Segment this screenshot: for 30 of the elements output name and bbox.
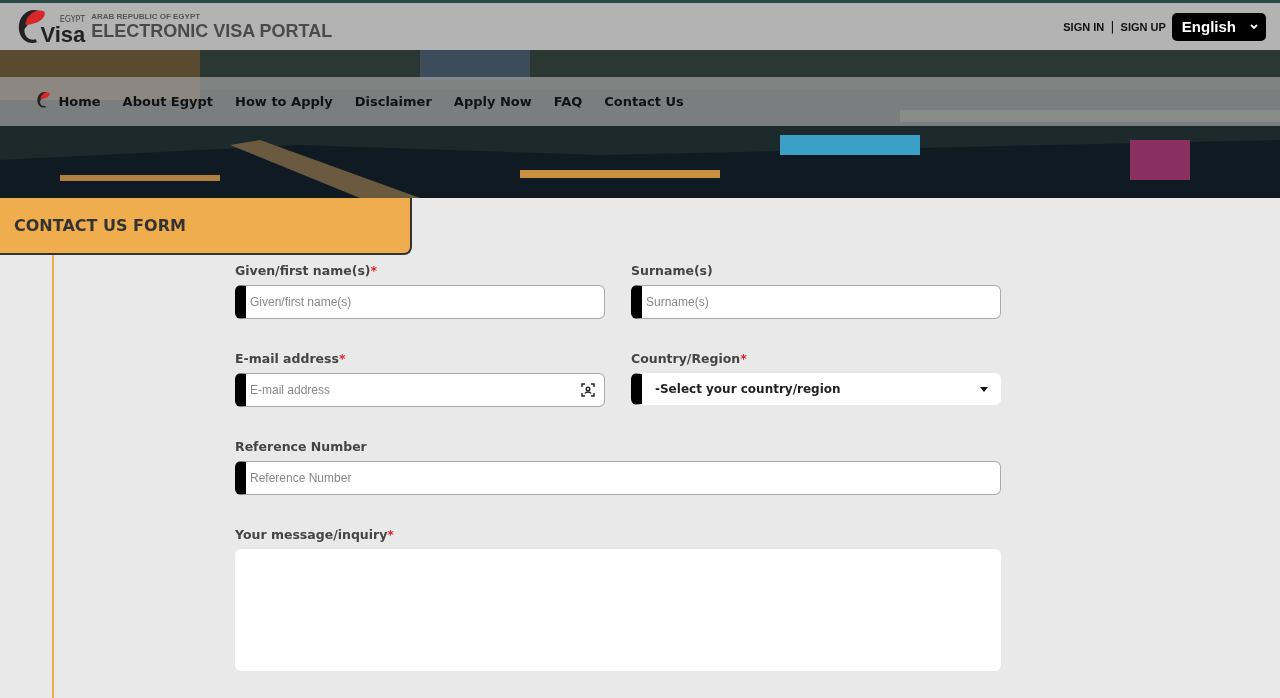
- input-field[interactable]: Surname(s): [631, 285, 1001, 319]
- caret-icon: [980, 386, 988, 392]
- site-subtitle: ARAB REPUBLIC OF EGYPT: [91, 11, 202, 21]
- nav-link[interactable]: Home: [58, 94, 101, 109]
- nav-link[interactable]: Disclaimer: [354, 94, 432, 109]
- field-label: Reference Number: [235, 439, 368, 454]
- country-select[interactable]: -Select your country/region: [631, 373, 1001, 405]
- nav-link[interactable]: About Egypt: [122, 94, 214, 109]
- language-select[interactable]: English: [1171, 12, 1266, 41]
- sign-in-link[interactable]: SIGN IN: [1063, 20, 1105, 33]
- site-title: ELECTRONIC VISA PORTAL: [91, 20, 333, 42]
- separator: |: [1110, 19, 1115, 34]
- logo-word: Visa: [40, 23, 86, 46]
- input-field[interactable]: Reference Number: [235, 461, 1001, 495]
- nav-link[interactable]: How to Apply: [235, 94, 333, 109]
- input-field[interactable]: E-mail address: [235, 373, 605, 407]
- field-label: Surname(s): [631, 263, 714, 278]
- nav-link[interactable]: Apply Now: [453, 94, 532, 109]
- field-label: Country/Region*: [631, 351, 748, 366]
- field-label: Given/first name(s)*: [235, 263, 379, 278]
- field-label: Your message/inquiry*: [235, 527, 395, 542]
- nav-link[interactable]: FAQ: [553, 94, 583, 109]
- sign-up-link[interactable]: SIGN UP: [1120, 20, 1166, 33]
- nav-link[interactable]: Contact Us: [604, 94, 684, 109]
- chevron-icon: [1250, 23, 1258, 30]
- input-field[interactable]: Given/first name(s): [235, 285, 605, 319]
- logo-country: EGYPT: [59, 15, 86, 24]
- contact-card-icon[interactable]: [581, 383, 595, 397]
- logo-swoosh-icon: [36, 90, 51, 109]
- field-label: E-mail address*: [235, 351, 347, 366]
